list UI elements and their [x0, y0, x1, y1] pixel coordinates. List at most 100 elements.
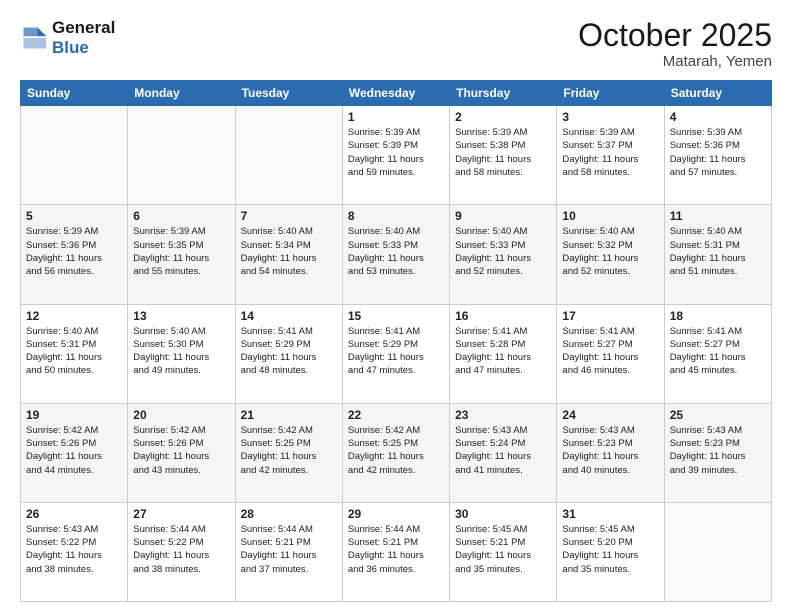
- calendar-day-14: 14Sunrise: 5:41 AM Sunset: 5:29 PM Dayli…: [235, 304, 342, 403]
- day-info: Sunrise: 5:42 AM Sunset: 5:25 PM Dayligh…: [241, 424, 337, 477]
- calendar-day-7: 7 Sunrise: 5:40 AM Sunset: 5:34 PM Daylig…: [235, 205, 342, 304]
- day-info: Sunrise: 5:40 AM Sunset: 5:30 PM Dayligh…: [133, 325, 229, 378]
- calendar-day-empty: [21, 106, 128, 205]
- day-number: 25: [670, 408, 766, 422]
- calendar-day-empty: [235, 106, 342, 205]
- weekday-header-saturday: Saturday: [664, 81, 771, 106]
- day-info: Sunrise: 5:44 AM Sunset: 5:21 PM Dayligh…: [348, 523, 444, 576]
- weekday-header-wednesday: Wednesday: [342, 81, 449, 106]
- calendar-day-empty: [128, 106, 235, 205]
- day-info: Sunrise: 5:39 AM Sunset: 5:36 PM Dayligh…: [670, 126, 766, 179]
- calendar-day-10: 10 Sunrise: 5:40 AM Sunset: 5:32 PM Dayli…: [557, 205, 664, 304]
- calendar-day-21: 21Sunrise: 5:42 AM Sunset: 5:25 PM Dayli…: [235, 403, 342, 502]
- day-number: 22: [348, 408, 444, 422]
- calendar-day-15: 15Sunrise: 5:41 AM Sunset: 5:29 PM Dayli…: [342, 304, 449, 403]
- calendar-day-23: 23Sunrise: 5:43 AM Sunset: 5:24 PM Dayli…: [450, 403, 557, 502]
- day-number: 9: [455, 209, 551, 223]
- calendar-day-31: 31Sunrise: 5:45 AM Sunset: 5:20 PM Dayli…: [557, 502, 664, 601]
- calendar-week-row: 1 Sunrise: 5:39 AM Sunset: 5:39 PM Daylig…: [21, 106, 772, 205]
- day-info: Sunrise: 5:39 AM Sunset: 5:37 PM Dayligh…: [562, 126, 658, 179]
- day-number: 17: [562, 309, 658, 323]
- calendar-day-4: 4 Sunrise: 5:39 AM Sunset: 5:36 PM Daylig…: [664, 106, 771, 205]
- day-info: Sunrise: 5:41 AM Sunset: 5:29 PM Dayligh…: [348, 325, 444, 378]
- location: Matarah, Yemen: [578, 53, 772, 70]
- calendar-day-26: 26 Sunrise: 5:43 AM Sunset: 5:22 PM Dayli…: [21, 502, 128, 601]
- day-info: Sunrise: 5:40 AM Sunset: 5:31 PM Dayligh…: [670, 225, 766, 278]
- calendar-day-2: 2 Sunrise: 5:39 AM Sunset: 5:38 PM Daylig…: [450, 106, 557, 205]
- day-info: Sunrise: 5:45 AM Sunset: 5:20 PM Dayligh…: [562, 523, 658, 576]
- calendar-day-20: 20Sunrise: 5:42 AM Sunset: 5:26 PM Dayli…: [128, 403, 235, 502]
- logo-general: General: [52, 18, 115, 38]
- calendar-day-5: 5 Sunrise: 5:39 AM Sunset: 5:36 PM Daylig…: [21, 205, 128, 304]
- weekday-header-friday: Friday: [557, 81, 664, 106]
- calendar-week-row: 5 Sunrise: 5:39 AM Sunset: 5:36 PM Daylig…: [21, 205, 772, 304]
- day-info: Sunrise: 5:45 AM Sunset: 5:21 PM Dayligh…: [455, 523, 551, 576]
- day-number: 24: [562, 408, 658, 422]
- day-info: Sunrise: 5:39 AM Sunset: 5:38 PM Dayligh…: [455, 126, 551, 179]
- day-info: Sunrise: 5:44 AM Sunset: 5:22 PM Dayligh…: [133, 523, 229, 576]
- day-number: 19: [26, 408, 122, 422]
- day-info: Sunrise: 5:42 AM Sunset: 5:26 PM Dayligh…: [133, 424, 229, 477]
- calendar-week-row: 26 Sunrise: 5:43 AM Sunset: 5:22 PM Dayli…: [21, 502, 772, 601]
- calendar-day-30: 30 Sunrise: 5:45 AM Sunset: 5:21 PM Dayli…: [450, 502, 557, 601]
- day-number: 5: [26, 209, 122, 223]
- header: General Blue October 2025 Matarah, Yemen: [20, 18, 772, 70]
- day-info: Sunrise: 5:43 AM Sunset: 5:23 PM Dayligh…: [670, 424, 766, 477]
- day-number: 11: [670, 209, 766, 223]
- day-number: 26: [26, 507, 122, 521]
- day-number: 23: [455, 408, 551, 422]
- calendar-day-12: 12 Sunrise: 5:40 AM Sunset: 5:31 PM Dayli…: [21, 304, 128, 403]
- day-info: Sunrise: 5:40 AM Sunset: 5:31 PM Dayligh…: [26, 325, 122, 378]
- day-info: Sunrise: 5:42 AM Sunset: 5:26 PM Dayligh…: [26, 424, 122, 477]
- weekday-header-sunday: Sunday: [21, 81, 128, 106]
- day-number: 6: [133, 209, 229, 223]
- calendar-table: SundayMondayTuesdayWednesdayThursdayFrid…: [20, 80, 772, 602]
- day-number: 18: [670, 309, 766, 323]
- calendar-week-row: 19 Sunrise: 5:42 AM Sunset: 5:26 PM Dayli…: [21, 403, 772, 502]
- day-number: 12: [26, 309, 122, 323]
- day-info: Sunrise: 5:39 AM Sunset: 5:39 PM Dayligh…: [348, 126, 444, 179]
- calendar-day-28: 28Sunrise: 5:44 AM Sunset: 5:21 PM Dayli…: [235, 502, 342, 601]
- day-info: Sunrise: 5:39 AM Sunset: 5:35 PM Dayligh…: [133, 225, 229, 278]
- logo: General Blue: [20, 18, 115, 57]
- month-title: October 2025: [578, 18, 772, 53]
- day-info: Sunrise: 5:41 AM Sunset: 5:28 PM Dayligh…: [455, 325, 551, 378]
- day-info: Sunrise: 5:43 AM Sunset: 5:22 PM Dayligh…: [26, 523, 122, 576]
- day-info: Sunrise: 5:39 AM Sunset: 5:36 PM Dayligh…: [26, 225, 122, 278]
- day-number: 30: [455, 507, 551, 521]
- calendar-day-13: 13Sunrise: 5:40 AM Sunset: 5:30 PM Dayli…: [128, 304, 235, 403]
- day-info: Sunrise: 5:42 AM Sunset: 5:25 PM Dayligh…: [348, 424, 444, 477]
- calendar-day-18: 18Sunrise: 5:41 AM Sunset: 5:27 PM Dayli…: [664, 304, 771, 403]
- calendar-week-row: 12 Sunrise: 5:40 AM Sunset: 5:31 PM Dayli…: [21, 304, 772, 403]
- calendar-day-27: 27Sunrise: 5:44 AM Sunset: 5:22 PM Dayli…: [128, 502, 235, 601]
- day-number: 8: [348, 209, 444, 223]
- day-number: 3: [562, 110, 658, 124]
- weekday-header-monday: Monday: [128, 81, 235, 106]
- logo-icon: [20, 24, 48, 52]
- day-number: 14: [241, 309, 337, 323]
- day-number: 10: [562, 209, 658, 223]
- calendar-day-19: 19 Sunrise: 5:42 AM Sunset: 5:26 PM Dayli…: [21, 403, 128, 502]
- day-number: 4: [670, 110, 766, 124]
- weekday-header-tuesday: Tuesday: [235, 81, 342, 106]
- day-number: 16: [455, 309, 551, 323]
- calendar-day-17: 17 Sunrise: 5:41 AM Sunset: 5:27 PM Dayli…: [557, 304, 664, 403]
- calendar-day-11: 11 Sunrise: 5:40 AM Sunset: 5:31 PM Dayli…: [664, 205, 771, 304]
- page: General Blue October 2025 Matarah, Yemen…: [0, 0, 792, 612]
- day-info: Sunrise: 5:43 AM Sunset: 5:23 PM Dayligh…: [562, 424, 658, 477]
- calendar-day-9: 9Sunrise: 5:40 AM Sunset: 5:33 PM Daylig…: [450, 205, 557, 304]
- day-info: Sunrise: 5:40 AM Sunset: 5:32 PM Dayligh…: [562, 225, 658, 278]
- calendar-day-22: 22 Sunrise: 5:42 AM Sunset: 5:25 PM Dayli…: [342, 403, 449, 502]
- calendar-day-empty: [664, 502, 771, 601]
- weekday-header-row: SundayMondayTuesdayWednesdayThursdayFrid…: [21, 81, 772, 106]
- day-info: Sunrise: 5:40 AM Sunset: 5:34 PM Dayligh…: [241, 225, 337, 278]
- day-info: Sunrise: 5:40 AM Sunset: 5:33 PM Dayligh…: [348, 225, 444, 278]
- weekday-header-thursday: Thursday: [450, 81, 557, 106]
- day-number: 2: [455, 110, 551, 124]
- day-info: Sunrise: 5:41 AM Sunset: 5:27 PM Dayligh…: [562, 325, 658, 378]
- day-info: Sunrise: 5:44 AM Sunset: 5:21 PM Dayligh…: [241, 523, 337, 576]
- day-number: 7: [241, 209, 337, 223]
- day-number: 1: [348, 110, 444, 124]
- calendar-day-8: 8 Sunrise: 5:40 AM Sunset: 5:33 PM Daylig…: [342, 205, 449, 304]
- calendar-day-3: 3 Sunrise: 5:39 AM Sunset: 5:37 PM Daylig…: [557, 106, 664, 205]
